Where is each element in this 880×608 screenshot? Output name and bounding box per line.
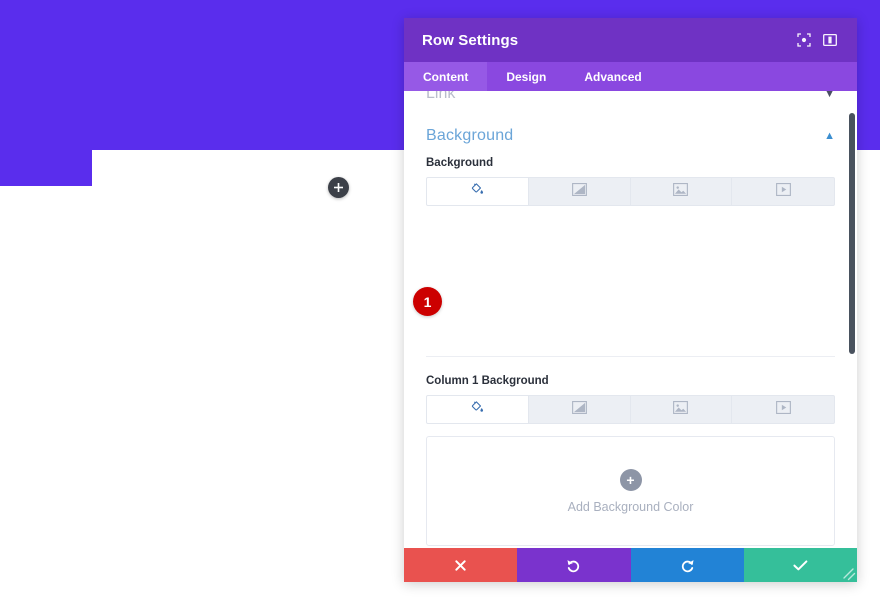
- undo-icon: [566, 558, 581, 573]
- plus-icon: [334, 183, 343, 192]
- background-type-tabs: [426, 177, 835, 206]
- column-background-field-label: Column 1 Background: [426, 375, 549, 387]
- modal-header: Row Settings: [404, 18, 857, 62]
- background-video-tab[interactable]: [732, 178, 834, 205]
- redo-button[interactable]: [630, 548, 744, 582]
- row-settings-modal: Row Settings Content Design Advanced Lin…: [404, 18, 857, 582]
- plus-icon: +: [619, 468, 642, 491]
- background-image-tab[interactable]: [631, 178, 733, 205]
- add-background-color-dropzone[interactable]: + Add Background Color: [426, 436, 835, 546]
- gradient-icon: [571, 400, 587, 419]
- column-background-color-tab[interactable]: [427, 396, 529, 423]
- layout-toggle-icon[interactable]: [817, 27, 843, 53]
- close-icon: [454, 559, 467, 572]
- modal-action-bar: [404, 548, 857, 582]
- add-background-color-label: Add Background Color: [567, 499, 694, 514]
- redo-icon: [680, 558, 695, 573]
- paint-bucket-icon: [470, 400, 484, 419]
- background-color-tab[interactable]: [427, 178, 529, 205]
- tab-content[interactable]: Content: [404, 62, 488, 91]
- chevron-down-icon: ▼: [824, 91, 835, 100]
- gradient-icon: [571, 182, 587, 201]
- tab-design[interactable]: Design: [487, 62, 565, 91]
- background-color-picker-region[interactable]: [426, 206, 835, 356]
- modal-scroll-body[interactable]: Link ▼ Background ▲ Background Column 1 …: [404, 91, 857, 548]
- paint-bucket-icon: [470, 182, 484, 201]
- chevron-up-icon: ▲: [824, 129, 835, 142]
- image-icon: [673, 182, 689, 201]
- add-row-button[interactable]: [328, 177, 349, 198]
- expand-icon[interactable]: [791, 27, 817, 53]
- section-background[interactable]: Background ▲: [426, 105, 835, 157]
- column-background-type-tabs: [426, 395, 835, 424]
- modal-tab-bar: Content Design Advanced: [404, 62, 857, 91]
- video-icon: [775, 400, 791, 419]
- section-background-title: Background: [426, 127, 514, 144]
- column-background-image-tab[interactable]: [631, 396, 733, 423]
- resize-handle[interactable]: [839, 564, 857, 582]
- panel-scrollbar[interactable]: [849, 113, 855, 354]
- undo-button[interactable]: [517, 548, 631, 582]
- cancel-button[interactable]: [404, 548, 518, 582]
- background-field-label: Background: [426, 157, 494, 169]
- column-background-video-tab[interactable]: [732, 396, 834, 423]
- section-link[interactable]: Link ▼: [426, 91, 835, 105]
- image-icon: [673, 400, 689, 419]
- tab-advanced[interactable]: Advanced: [565, 62, 660, 91]
- page-title: Row Settings: [422, 31, 519, 49]
- video-icon: [775, 182, 791, 201]
- hero-section-block-left: [0, 150, 92, 186]
- section-link-title: Link: [426, 91, 456, 102]
- check-icon: [793, 559, 808, 572]
- background-gradient-tab[interactable]: [529, 178, 631, 205]
- annotation-badge-1: 1: [413, 287, 442, 316]
- column-background-gradient-tab[interactable]: [529, 396, 631, 423]
